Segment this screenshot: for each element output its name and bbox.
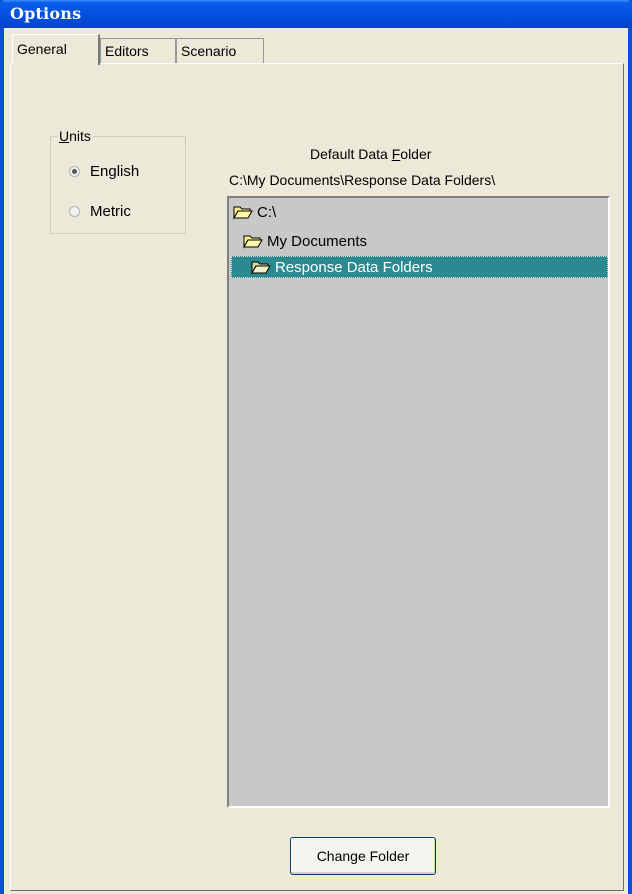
tree-item-response-data-folders[interactable]: Response Data Folders bbox=[231, 256, 608, 278]
english-label: English bbox=[90, 162, 140, 180]
window-title: Options bbox=[10, 4, 82, 23]
tab-scenario-label: Scenario bbox=[181, 43, 237, 59]
english-radio-option[interactable]: English bbox=[69, 161, 139, 181]
tab-general-label: General bbox=[17, 41, 67, 57]
units-group: Units English Metric bbox=[50, 128, 186, 234]
tab-editors[interactable]: Editors bbox=[100, 38, 176, 64]
tab-general[interactable]: General bbox=[12, 34, 100, 65]
metric-label: Metric bbox=[90, 202, 131, 220]
tree-item-label: Response Data Folders bbox=[275, 258, 433, 276]
metric-radio-option[interactable]: Metric bbox=[69, 201, 131, 221]
current-folder-path: C:\My Documents\Response Data Folders\ bbox=[229, 172, 496, 188]
folder-open-icon bbox=[233, 206, 253, 220]
default-data-folder-heading: Default Data Folder bbox=[310, 146, 432, 162]
options-window: Options General Editors Scenario Units E… bbox=[0, 0, 632, 894]
folder-open-icon bbox=[243, 235, 263, 249]
change-folder-button[interactable]: Change Folder bbox=[290, 837, 436, 875]
tab-scenario[interactable]: Scenario bbox=[176, 38, 264, 64]
units-legend: Units bbox=[57, 128, 93, 144]
tree-item-label: C:\ bbox=[257, 203, 277, 221]
tree-item-my-documents[interactable]: My Documents bbox=[243, 230, 367, 252]
tab-editors-label: Editors bbox=[105, 43, 149, 59]
metric-radio-button[interactable] bbox=[69, 205, 80, 217]
tree-item-c-drive[interactable]: C:\ bbox=[233, 201, 276, 223]
tree-item-label: My Documents bbox=[267, 232, 368, 250]
title-bar[interactable]: Options bbox=[0, 0, 632, 28]
folder-tree[interactable]: C:\ My Documents Response Data Folders bbox=[227, 196, 610, 808]
folder-open-icon bbox=[251, 261, 271, 275]
english-radio-button[interactable] bbox=[69, 165, 80, 177]
